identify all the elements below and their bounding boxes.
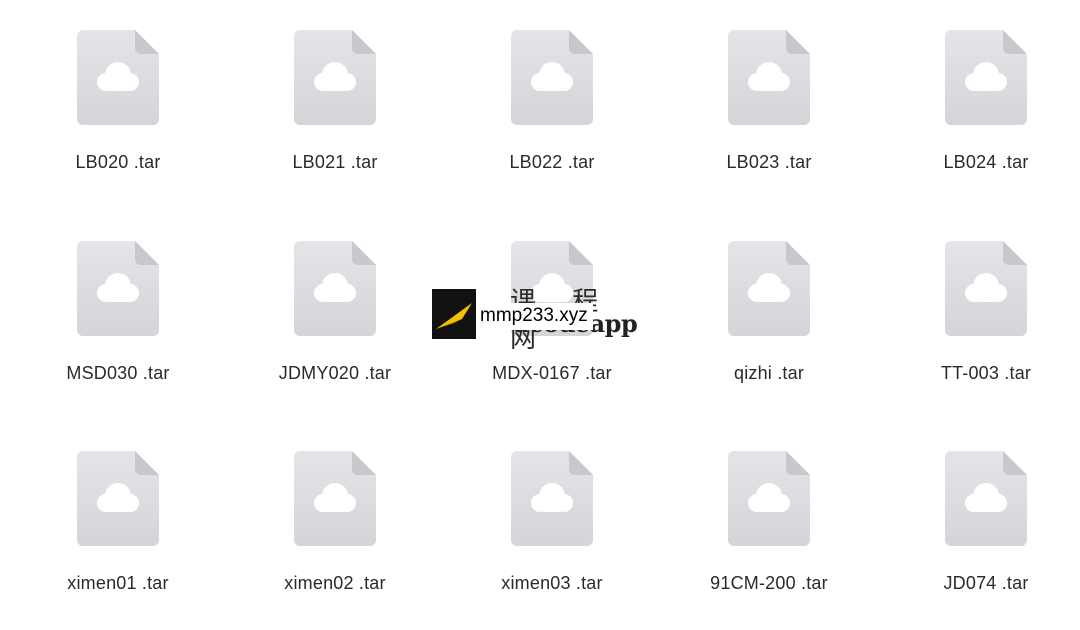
file-name: LB024 .tar	[943, 152, 1029, 172]
file-item[interactable]: TT-003 .tar	[886, 241, 1080, 411]
cloud-file-icon	[77, 451, 159, 546]
cloud-file-icon	[728, 30, 810, 125]
file-name: MSD030 .tar	[66, 363, 170, 383]
file-item[interactable]: 91CM-200 .tar	[669, 451, 869, 621]
file-item[interactable]: ximen01 .tar	[18, 451, 218, 621]
cloud-file-icon	[945, 30, 1027, 125]
file-name: TT-003 .tar	[940, 363, 1032, 383]
cloud-file-icon	[294, 30, 376, 125]
file-name: ximen02 .tar	[284, 573, 386, 593]
file-item[interactable]: JDMY020 .tar	[235, 241, 435, 411]
cloud-file-icon	[511, 30, 593, 125]
file-name: 91CM-200 .tar	[710, 573, 828, 593]
cloud-file-icon	[945, 451, 1027, 546]
file-item[interactable]: MSD030 .tar	[18, 241, 218, 411]
file-item[interactable]: ximen02 .tar	[235, 451, 435, 621]
file-name: JDMY020 .tar	[278, 363, 392, 383]
cloud-file-icon	[77, 241, 159, 336]
file-item[interactable]: LB022 .tar	[452, 30, 652, 200]
file-item[interactable]: qizhi .tar	[669, 241, 869, 411]
file-name: ximen03 .tar	[501, 573, 603, 593]
cloud-file-icon	[945, 241, 1027, 336]
file-item[interactable]: LB021 .tar	[235, 30, 435, 200]
file-item[interactable]: LB020 .tar	[18, 30, 218, 200]
cloud-file-icon	[77, 30, 159, 125]
file-name: LB023 .tar	[726, 152, 812, 172]
file-name: LB021 .tar	[292, 152, 378, 172]
cloud-file-icon	[728, 241, 810, 336]
file-name: MDX-0167 .tar	[492, 363, 612, 383]
file-item[interactable]: JD074 .tar	[886, 451, 1080, 621]
file-name: LB022 .tar	[509, 152, 595, 172]
cloud-file-icon	[728, 451, 810, 546]
file-item[interactable]: ximen03 .tar	[452, 451, 652, 621]
watermark: 课 程 网 ucodeapp mmp233.xyz	[432, 287, 644, 354]
watermark-logo-icon	[432, 289, 476, 339]
cloud-file-icon	[511, 451, 593, 546]
file-item[interactable]: LB023 .tar	[669, 30, 869, 200]
file-item[interactable]: LB024 .tar	[886, 30, 1080, 200]
cloud-file-icon	[294, 451, 376, 546]
file-name: ximen01 .tar	[67, 573, 169, 593]
watermark-url: mmp233.xyz	[480, 303, 593, 330]
file-name: JD074 .tar	[943, 573, 1029, 593]
file-name: LB020 .tar	[75, 152, 161, 172]
file-name: qizhi .tar	[733, 363, 805, 383]
cloud-file-icon	[294, 241, 376, 336]
